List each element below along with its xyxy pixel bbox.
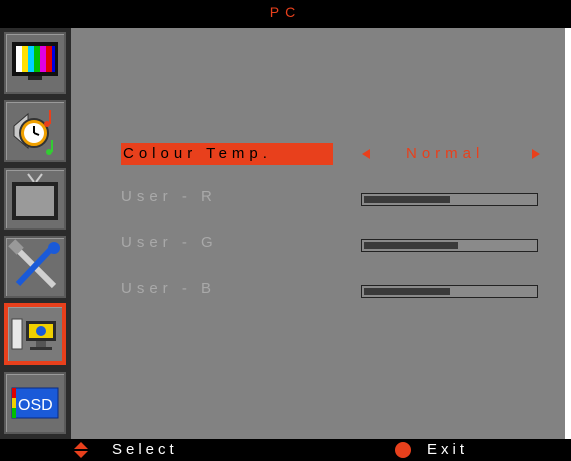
- user-g-fill: [364, 242, 458, 249]
- top-bar: PC: [0, 0, 571, 28]
- picture-icon: [12, 42, 58, 80]
- up-down-arrow-icon: [74, 442, 88, 458]
- user-r-fill: [364, 196, 450, 203]
- sidebar-item-tv[interactable]: [4, 168, 66, 230]
- audio-clock-icon: [13, 110, 53, 155]
- tv-icon: [12, 173, 58, 220]
- sidebar: OSD: [0, 28, 71, 439]
- tools-icon: [8, 239, 60, 289]
- colour-temp-value: Normal: [406, 145, 485, 162]
- user-b-label[interactable]: User - B: [121, 280, 216, 297]
- sidebar-item-picture[interactable]: [4, 32, 66, 94]
- sidebar-item-osd[interactable]: OSD: [4, 372, 66, 434]
- osd-icon: OSD: [11, 387, 59, 419]
- page-title: PC: [269, 4, 302, 20]
- sidebar-item-audio[interactable]: [4, 100, 66, 162]
- arrow-left-icon[interactable]: [362, 149, 370, 159]
- user-r-label[interactable]: User - R: [121, 188, 217, 205]
- bottom-bar: Select Exit: [0, 439, 571, 461]
- colour-temp-label[interactable]: Colour Temp.: [121, 143, 333, 165]
- pc-icon: [11, 318, 56, 350]
- exit-button-icon: [395, 442, 411, 458]
- right-edge: [565, 28, 571, 439]
- user-g-slider[interactable]: [361, 239, 538, 252]
- exit-hint: Exit: [427, 441, 469, 458]
- user-g-label[interactable]: User - G: [121, 234, 218, 251]
- user-r-slider[interactable]: [361, 193, 538, 206]
- colour-temp-selector[interactable]: Normal: [362, 143, 540, 165]
- select-hint: Select: [112, 441, 178, 458]
- arrow-right-icon[interactable]: [532, 149, 540, 159]
- osd-label: OSD: [18, 397, 53, 414]
- user-b-fill: [364, 288, 450, 295]
- user-b-slider[interactable]: [361, 285, 538, 298]
- sidebar-item-setup[interactable]: [4, 236, 66, 298]
- sidebar-item-pc[interactable]: [4, 303, 66, 365]
